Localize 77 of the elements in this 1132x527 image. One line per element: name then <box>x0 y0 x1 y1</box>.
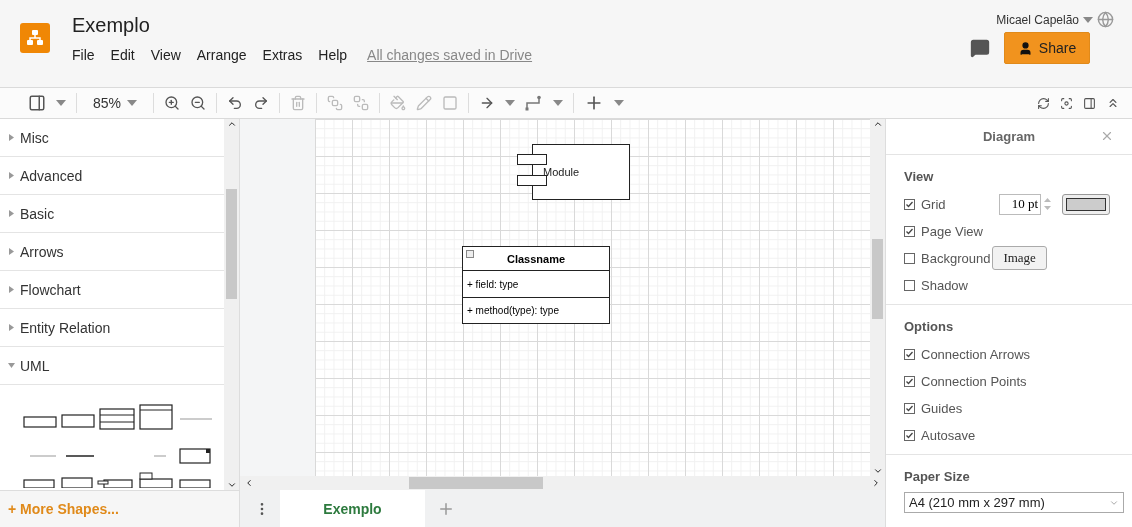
waypoint-icon[interactable] <box>525 95 544 111</box>
option-label: Connection Points <box>921 373 1027 389</box>
scroll-up-icon[interactable] <box>872 119 883 129</box>
scroll-down-icon[interactable] <box>872 466 883 476</box>
scroll-up-icon[interactable] <box>226 119 237 129</box>
class-method: + method(type): type <box>467 304 559 316</box>
option-label: Page View <box>921 223 983 239</box>
person-icon <box>1017 40 1033 56</box>
option-label: Guides <box>921 400 963 416</box>
checkbox[interactable] <box>904 279 915 291</box>
scroll-right-icon[interactable] <box>871 478 881 488</box>
fit-icon[interactable] <box>1060 96 1073 110</box>
paper-size-dropdown[interactable]: A4 (210 mm x 297 mm) <box>904 492 1124 513</box>
line-color-icon[interactable] <box>416 95 433 111</box>
scroll-thumb[interactable] <box>226 189 237 299</box>
fill-color-icon[interactable] <box>390 95 407 111</box>
section-heading: Paper Size <box>904 469 971 484</box>
checkbox[interactable] <box>904 402 915 414</box>
page-tab[interactable]: Exemplo <box>280 490 425 527</box>
caret-icon <box>127 100 138 106</box>
user-name[interactable]: Micael Capelão <box>996 12 1079 27</box>
app-logo-icon <box>20 23 50 53</box>
panel-title: Diagram <box>983 129 1035 144</box>
caret-icon[interactable] <box>1083 16 1093 23</box>
option-label: Shadow <box>921 277 968 293</box>
undo-icon[interactable] <box>227 95 244 111</box>
collapse-icon[interactable] <box>1106 96 1120 110</box>
caret-icon[interactable] <box>56 100 66 106</box>
option-label: Background <box>921 250 991 266</box>
scroll-down-icon[interactable] <box>226 480 237 490</box>
panel-layout-icon[interactable] <box>28 94 46 112</box>
menu-item[interactable]: File <box>72 47 95 63</box>
document-title[interactable]: Exemplo <box>72 14 948 37</box>
scroll-left-icon[interactable] <box>244 478 254 488</box>
grid-size-field[interactable]: 10 pt <box>999 193 1041 215</box>
collapse-icon[interactable] <box>466 250 474 258</box>
option-label: Autosave <box>921 427 976 443</box>
share-button[interactable]: Share <box>1004 32 1090 64</box>
scrollbar[interactable] <box>240 476 885 490</box>
class-field: + field: type <box>467 278 519 290</box>
port-rect <box>517 175 547 186</box>
scroll-thumb[interactable] <box>872 239 883 319</box>
checkbox[interactable] <box>904 375 915 387</box>
section-heading: View <box>904 169 935 184</box>
comment-icon[interactable] <box>970 38 990 58</box>
redo-icon[interactable] <box>253 95 270 111</box>
menu-item[interactable]: Arrange <box>196 47 247 63</box>
zoom-out-icon[interactable] <box>190 95 207 111</box>
menu-item[interactable]: View <box>150 47 181 63</box>
option-label: Grid <box>921 196 946 212</box>
menu-item[interactable]: Edit <box>110 47 135 63</box>
globe-icon[interactable] <box>1097 11 1114 28</box>
checkbox[interactable] <box>904 252 915 264</box>
port-rect <box>517 154 547 165</box>
grid-color-button[interactable] <box>1062 193 1110 215</box>
module-label: Module <box>543 166 580 178</box>
checkbox[interactable] <box>904 348 915 360</box>
diagram-canvas[interactable]: Module Classname + field: type + method(type): type <box>315 119 870 476</box>
checkbox[interactable] <box>904 429 915 441</box>
scrollbar[interactable] <box>870 119 885 476</box>
zoom-in-icon[interactable] <box>164 95 181 111</box>
caret-icon[interactable] <box>505 100 516 106</box>
menu-item[interactable]: Extras <box>262 47 303 63</box>
menu-item[interactable]: Help <box>318 47 348 63</box>
class-name: Classname <box>506 252 566 265</box>
option-label: Connection Arrows <box>921 346 1031 362</box>
section-heading: Options <box>904 319 955 334</box>
caret-icon[interactable] <box>553 100 564 106</box>
scrollbar[interactable] <box>224 119 239 490</box>
refresh-icon[interactable] <box>1037 96 1050 110</box>
image-button[interactable]: Image <box>992 246 1047 270</box>
scroll-thumb[interactable] <box>409 477 543 489</box>
panel-icon[interactable] <box>1083 96 1096 110</box>
caret-icon[interactable] <box>614 100 625 106</box>
checkbox[interactable] <box>904 225 915 237</box>
zoom-dropdown[interactable]: 85% <box>87 95 144 111</box>
checkbox[interactable] <box>904 198 915 210</box>
